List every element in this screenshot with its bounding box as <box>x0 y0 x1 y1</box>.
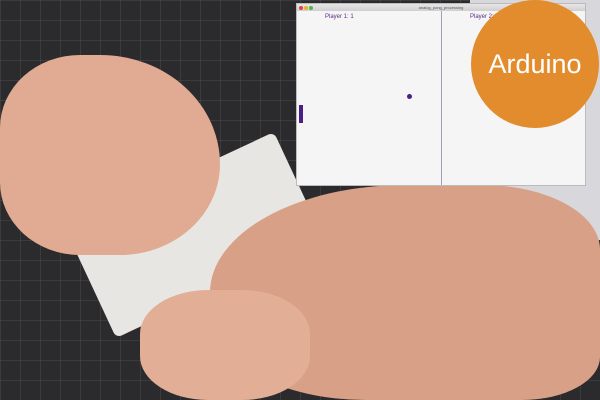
close-icon[interactable] <box>299 5 303 10</box>
zoom-icon[interactable] <box>309 5 313 10</box>
arduino-badge: Arduino <box>471 0 599 128</box>
window-title: analog_pong_processing <box>418 5 464 10</box>
lower-hand <box>140 290 310 400</box>
paddle <box>299 105 303 123</box>
badge-label: Arduino <box>488 48 582 79</box>
left-hand <box>0 55 220 255</box>
player1-score: Player 1: 1 <box>325 14 354 20</box>
center-line <box>441 11 442 185</box>
minimize-icon[interactable] <box>304 5 308 10</box>
ball <box>407 94 412 99</box>
